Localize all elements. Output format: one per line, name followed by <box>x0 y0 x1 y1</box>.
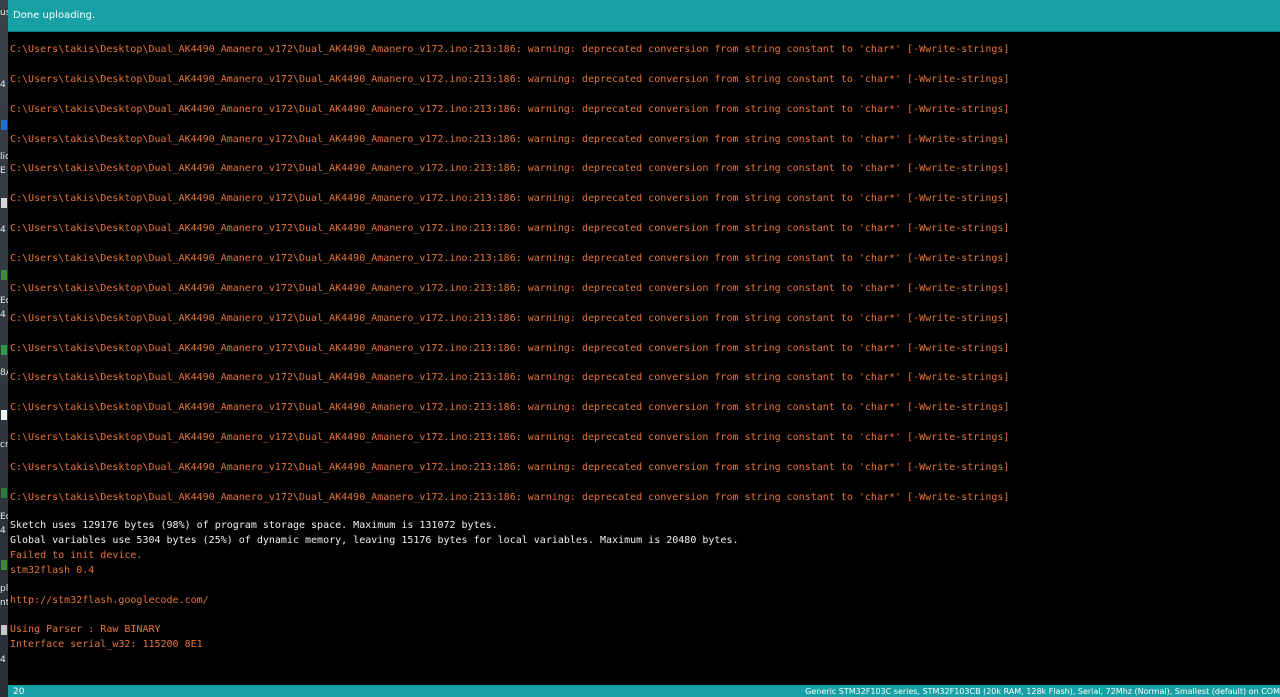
board-info: Generic STM32F103C series, STM32F103CB (… <box>805 687 1280 696</box>
status-message: Done uploading. <box>13 10 96 21</box>
desktop-icon-label-fragment: 4 <box>0 310 6 320</box>
desktop-icon <box>1 410 7 420</box>
line-number: 20 <box>13 687 25 697</box>
desktop-icon-label-fragment: 4 <box>0 225 6 235</box>
warning-line: C:\Users\takis\Desktop\Dual_AK4490_Amane… <box>10 282 1010 294</box>
console-line: http://stm32flash.googlecode.com/ <box>10 594 209 606</box>
desktop-icon-label-fragment: 4 <box>0 526 6 536</box>
console-line: Using Parser : Raw BINARY <box>10 624 161 636</box>
desktop-icon <box>1 120 7 130</box>
desktop-icon <box>1 488 7 498</box>
desktop-icon <box>1 270 7 280</box>
console-line: Interface serial_w32: 115200 8E1 <box>10 639 203 651</box>
desktop-icon <box>1 345 7 355</box>
desktop-icon <box>1 560 7 570</box>
desktop-icon-label-fragment: cr <box>0 440 8 450</box>
warning-line: C:\Users\takis\Desktop\Dual_AK4490_Amane… <box>10 73 1010 85</box>
console-line: stm32flash 0.4 <box>10 564 95 576</box>
desktop-icon-label-fragment: nt <box>0 598 8 608</box>
console-line: Failed to init device. <box>10 549 143 561</box>
desktop-icon-label-fragment: lic <box>0 152 8 162</box>
console-line: Global variables use 5304 bytes (25%) of… <box>10 534 739 546</box>
warning-line: C:\Users\takis\Desktop\Dual_AK4490_Amane… <box>10 342 1010 354</box>
warning-line: C:\Users\takis\Desktop\Dual_AK4490_Amane… <box>10 432 1010 444</box>
desktop-icon-label-fragment: Ec <box>0 512 8 522</box>
warning-line: C:\Users\takis\Desktop\Dual_AK4490_Amane… <box>10 461 1010 473</box>
warning-line: C:\Users\takis\Desktop\Dual_AK4490_Amane… <box>10 193 1010 205</box>
desktop-icon-label-fragment: Ec <box>0 296 8 306</box>
warning-line: C:\Users\takis\Desktop\Dual_AK4490_Amane… <box>10 491 1010 503</box>
desktop-icon-label-fragment: us <box>0 8 8 18</box>
warning-line: C:\Users\takis\Desktop\Dual_AK4490_Amane… <box>10 163 1010 175</box>
warning-line: C:\Users\takis\Desktop\Dual_AK4490_Amane… <box>10 372 1010 384</box>
warning-line: C:\Users\takis\Desktop\Dual_AK4490_Amane… <box>10 44 1010 55</box>
desktop-icon <box>1 625 7 635</box>
warning-line: C:\Users\takis\Desktop\Dual_AK4490_Amane… <box>10 103 1010 115</box>
console-line: Sketch uses 129176 bytes (98%) of progra… <box>10 520 498 531</box>
desktop-icon-label-fragment: E <box>0 166 6 176</box>
desktop-icon-label-fragment: 4 <box>0 655 6 665</box>
warning-line: C:\Users\takis\Desktop\Dual_AK4490_Amane… <box>10 252 1010 264</box>
desktop-icon-label-fragment: pl <box>0 584 8 594</box>
desktop-background-strip: us 4 lic E 4 Ec 4 8A cr Ec 4 pl nt 4 <box>0 0 8 697</box>
console-output[interactable]: C:\Users\takis\Desktop\Dual_AK4490_Amane… <box>8 32 1280 685</box>
desktop-icon-label-fragment: 4 <box>0 80 6 90</box>
upload-status-bar: Done uploading. <box>8 0 1280 32</box>
warning-line: C:\Users\takis\Desktop\Dual_AK4490_Amane… <box>10 312 1010 324</box>
warning-line: C:\Users\takis\Desktop\Dual_AK4490_Amane… <box>10 402 1010 414</box>
desktop-icon-label-fragment: 8A <box>0 368 8 378</box>
ide-footer: 20 Generic STM32F103C series, STM32F103C… <box>8 685 1280 697</box>
warning-line: C:\Users\takis\Desktop\Dual_AK4490_Amane… <box>10 223 1010 235</box>
desktop-icon <box>1 198 7 208</box>
warning-line: C:\Users\takis\Desktop\Dual_AK4490_Amane… <box>10 133 1010 145</box>
